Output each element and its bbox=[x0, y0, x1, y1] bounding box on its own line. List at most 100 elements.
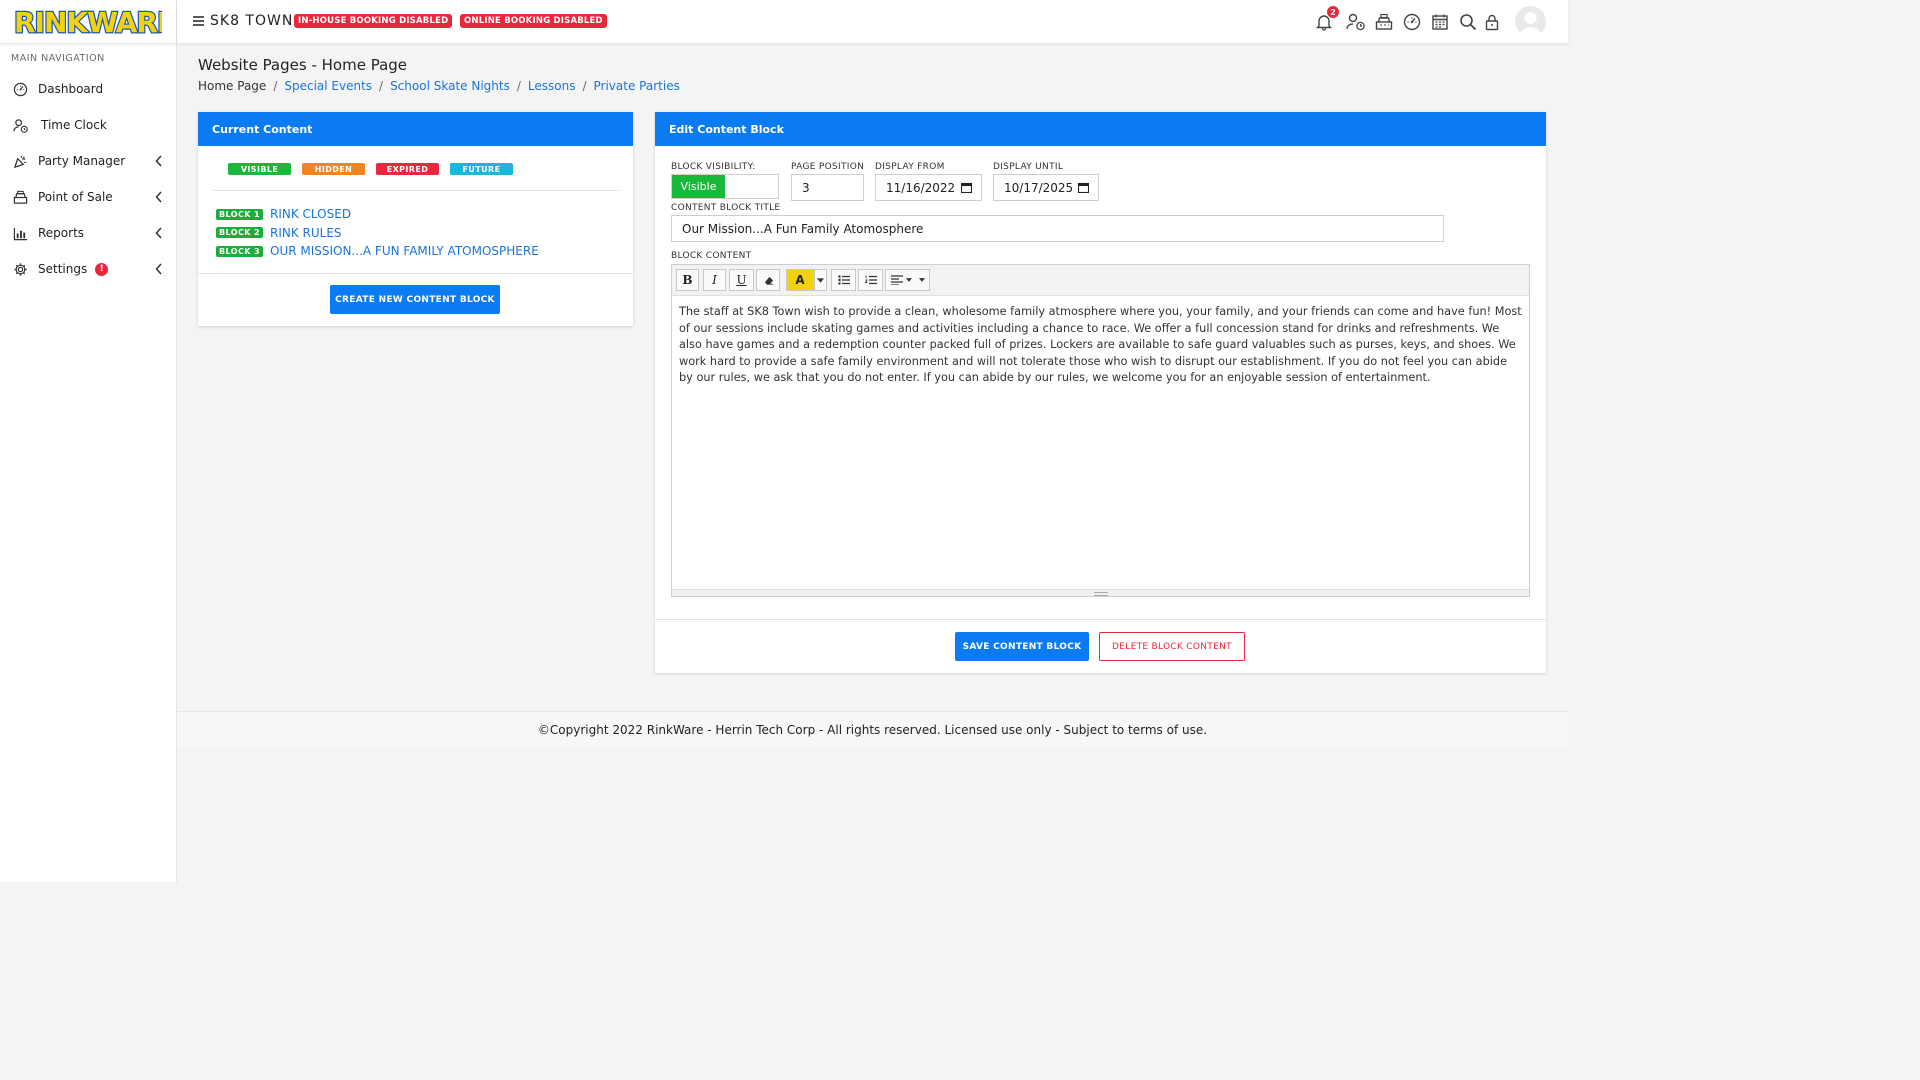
in-house-booking-badge: IN-HOUSE BOOKING DISABLED bbox=[294, 14, 453, 28]
block-badge: BLOCK 1 bbox=[216, 208, 263, 220]
delete-block-content-button[interactable]: DELETE BLOCK CONTENT bbox=[1099, 632, 1245, 661]
bar-chart-icon bbox=[11, 224, 29, 242]
user-clock-icon[interactable] bbox=[1344, 12, 1368, 32]
breadcrumb: Home Page / Special Events / School Skat… bbox=[198, 79, 680, 93]
editor-toolbar: B I U A bbox=[672, 265, 1529, 296]
rinkware-logo[interactable]: RINKWARE bbox=[0, 0, 176, 44]
sidebar-item-party-manager[interactable]: Party Manager bbox=[0, 143, 176, 179]
content-block-title-input[interactable]: Our Mission...A Fun Family Atomosphere bbox=[671, 215, 1444, 242]
paragraph-align-dropdown[interactable] bbox=[885, 269, 930, 291]
display-until-label: DISPLAY UNTIL bbox=[993, 162, 1064, 172]
display-until-date-input[interactable]: 10/17/2025 bbox=[993, 174, 1099, 201]
caret-down-icon bbox=[817, 277, 824, 283]
lock-icon[interactable] bbox=[1482, 12, 1502, 32]
user-clock-icon bbox=[11, 116, 29, 134]
breadcrumb-current: Home Page bbox=[198, 79, 267, 93]
chevron-left-icon bbox=[155, 227, 162, 239]
divider bbox=[198, 273, 633, 274]
block-link[interactable]: RINK CLOSED bbox=[270, 207, 351, 221]
card-header: Edit Content Block bbox=[655, 112, 1546, 146]
breadcrumb-link-special-events[interactable]: Special Events bbox=[284, 79, 372, 93]
block-content-label: BLOCK CONTENT bbox=[671, 251, 752, 261]
dashboard-gauge-icon bbox=[11, 80, 29, 98]
italic-button[interactable]: I bbox=[703, 269, 726, 291]
display-until-value: 10/17/2025 bbox=[1004, 181, 1074, 195]
sidebar-item-time-clock[interactable]: Time Clock bbox=[0, 107, 176, 143]
chevron-left-icon bbox=[155, 155, 162, 167]
display-from-date-input[interactable]: 11/16/2022 bbox=[875, 174, 982, 201]
clear-format-button[interactable] bbox=[756, 269, 780, 291]
save-content-block-button[interactable]: SAVE CONTENT BLOCK bbox=[955, 632, 1089, 661]
sidebar-item-settings[interactable]: Settings ! bbox=[0, 251, 176, 287]
position-label: PAGE POSITION bbox=[791, 162, 865, 172]
sidebar-item-label: Dashboard bbox=[38, 82, 104, 96]
copyright-text: ©Copyright 2022 RinkWare - Herrin Tech C… bbox=[537, 723, 1208, 737]
legend-expired-badge: EXPIRED bbox=[376, 163, 439, 175]
caret-down-icon bbox=[918, 278, 925, 282]
caret-down-icon bbox=[905, 278, 912, 282]
top-bar: SK8 TOWN IN-HOUSE BOOKING DISABLED ONLIN… bbox=[177, 0, 1568, 44]
breadcrumb-link-private-parties[interactable]: Private Parties bbox=[594, 79, 680, 93]
visibility-value: Visible bbox=[672, 175, 725, 198]
rich-text-editor: B I U A The staff at SK8 Town wish to pr… bbox=[671, 264, 1530, 597]
text-color-dropdown[interactable] bbox=[814, 269, 827, 291]
alert-badge: ! bbox=[95, 262, 109, 276]
dashboard-gauge-icon[interactable] bbox=[1402, 12, 1422, 32]
divider bbox=[655, 619, 1546, 620]
bullet-list-button[interactable] bbox=[831, 269, 856, 291]
card-header: Current Content bbox=[198, 112, 633, 146]
text-color-icon: A bbox=[795, 273, 805, 287]
display-from-value: 11/16/2022 bbox=[886, 181, 956, 195]
align-left-icon bbox=[890, 275, 903, 285]
legend-visible-badge: VISIBLE bbox=[228, 163, 291, 175]
block-badge: BLOCK 3 bbox=[216, 245, 263, 257]
sidebar: RINKWARE MAIN NAVIGATION Dashboard Time … bbox=[0, 0, 177, 882]
sidebar-item-reports[interactable]: Reports bbox=[0, 215, 176, 251]
calendar-icon[interactable] bbox=[961, 182, 972, 193]
current-content-card: Current Content VISIBLE HIDDEN EXPIRED F… bbox=[198, 112, 633, 326]
numbered-list-button[interactable] bbox=[858, 269, 883, 291]
sidebar-item-point-of-sale[interactable]: Point of Sale bbox=[0, 179, 176, 215]
sidebar-item-label: Settings bbox=[38, 262, 88, 276]
footer: ©Copyright 2022 RinkWare - Herrin Tech C… bbox=[177, 711, 1568, 748]
list-item: BLOCK 2 RINK RULES bbox=[216, 224, 633, 243]
user-avatar[interactable] bbox=[1515, 6, 1546, 37]
cash-register-icon bbox=[11, 188, 29, 206]
hamburger-menu-icon[interactable] bbox=[193, 15, 205, 27]
block-badge: BLOCK 2 bbox=[216, 227, 263, 239]
legend-future-badge: FUTURE bbox=[450, 163, 513, 175]
list-item: BLOCK 3 OUR MISSION...A FUN FAMILY ATOMO… bbox=[216, 242, 633, 261]
sidebar-item-dashboard[interactable]: Dashboard bbox=[0, 71, 176, 107]
status-legend: VISIBLE HIDDEN EXPIRED FUTURE bbox=[198, 146, 633, 190]
sidebar-item-label: Time Clock bbox=[41, 118, 107, 132]
calendar-icon[interactable] bbox=[1078, 182, 1089, 193]
bullet-list-icon bbox=[837, 275, 850, 285]
underline-button[interactable]: U bbox=[729, 269, 754, 291]
breadcrumb-link-lessons[interactable]: Lessons bbox=[528, 79, 576, 93]
sidebar-item-label: Reports bbox=[38, 226, 85, 240]
display-from-label: DISPLAY FROM bbox=[875, 162, 945, 172]
calendar-icon[interactable] bbox=[1430, 12, 1450, 32]
chevron-left-icon bbox=[155, 191, 162, 203]
visibility-toggle[interactable]: Visible bbox=[671, 174, 779, 199]
sidebar-item-label: Party Manager bbox=[38, 154, 126, 168]
block-link[interactable]: OUR MISSION...A FUN FAMILY ATOMOSPHERE bbox=[270, 244, 539, 258]
bold-button[interactable]: B bbox=[676, 269, 699, 291]
cash-register-icon[interactable] bbox=[1374, 12, 1394, 32]
legend-hidden-badge: HIDDEN bbox=[302, 163, 365, 175]
nav-heading: MAIN NAVIGATION bbox=[11, 53, 105, 64]
block-link[interactable]: RINK RULES bbox=[270, 226, 342, 240]
page-position-input[interactable]: 3 bbox=[791, 174, 864, 201]
bell-icon[interactable]: 2 bbox=[1314, 6, 1339, 32]
online-booking-badge: ONLINE BOOKING DISABLED bbox=[460, 14, 607, 28]
sidebar-item-label: Point of Sale bbox=[38, 190, 113, 204]
page-background bbox=[177, 748, 1568, 882]
search-icon[interactable] bbox=[1458, 12, 1478, 32]
create-content-block-button[interactable]: CREATE NEW CONTENT BLOCK bbox=[330, 285, 500, 314]
breadcrumb-link-school-skate-nights[interactable]: School Skate Nights bbox=[390, 79, 510, 93]
block-content-editor[interactable]: The staff at SK8 Town wish to provide a … bbox=[672, 296, 1529, 387]
editor-resize-handle[interactable] bbox=[672, 589, 1529, 596]
text-color-button[interactable]: A bbox=[786, 269, 814, 291]
visibility-label: BLOCK VISIBILITY: bbox=[671, 162, 756, 172]
content-block-list: BLOCK 1 RINK CLOSED BLOCK 2 RINK RULES B… bbox=[198, 191, 633, 261]
